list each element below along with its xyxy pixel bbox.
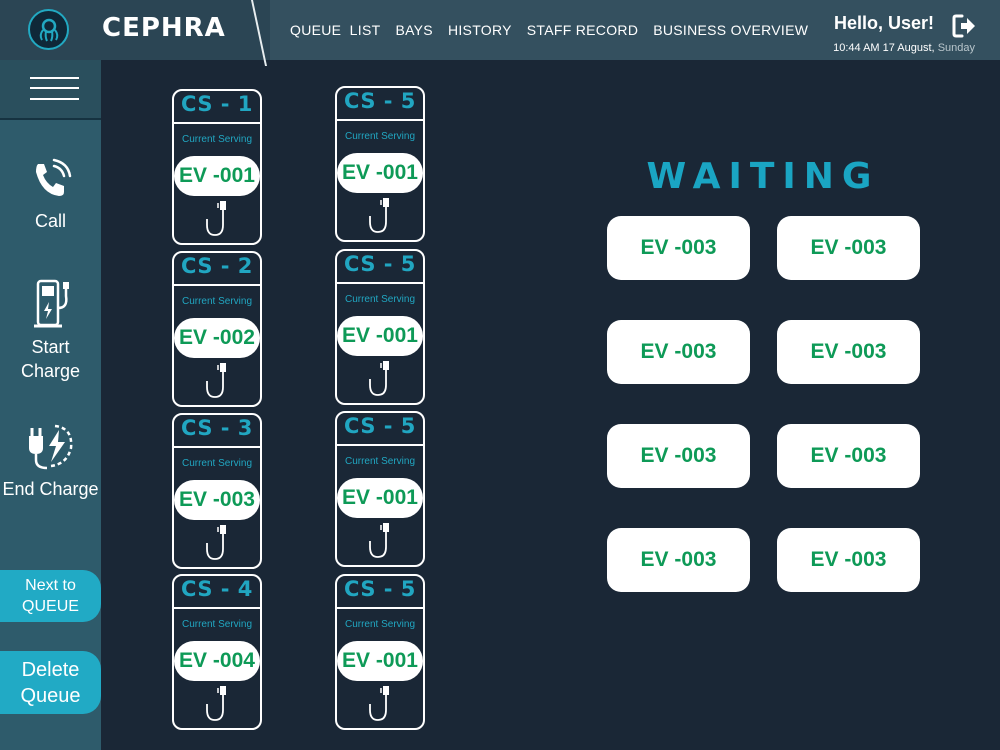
logout-icon[interactable] — [950, 12, 978, 40]
waiting-ticket[interactable]: EV -003 — [607, 424, 750, 488]
nav-history[interactable]: HISTORY — [448, 22, 512, 38]
menu-line — [30, 87, 79, 89]
delete-queue-label: Delete Queue — [20, 658, 81, 707]
station-name: CS - 5 — [344, 414, 416, 438]
station-name: CS - 2 — [181, 254, 253, 278]
station-ticket: EV -002 — [174, 318, 260, 358]
plug-cable-icon — [369, 686, 389, 721]
user-greeting: Hello, User! — [833, 13, 934, 33]
end-charge-button[interactable]: End Charge — [0, 420, 101, 501]
station-ticket: EV -001 — [337, 316, 423, 356]
main-nav: QUEUE LIST BAYS HISTORY STAFF RECORD BUS… — [290, 22, 808, 38]
next-queue-label: Next to QUEUE — [22, 577, 79, 615]
station-ticket: EV -001 — [337, 478, 423, 518]
station-ticket: EV -004 — [174, 641, 260, 681]
next-to-queue-button[interactable]: Next to QUEUE — [0, 570, 101, 622]
charging-station-icon — [33, 279, 69, 328]
station-ticket: EV -003 — [174, 480, 260, 520]
app-brand: CEPHRA — [102, 13, 226, 43]
hamburger-menu-icon[interactable] — [0, 60, 101, 120]
station-card[interactable]: CS - 1 Current Serving EV -001 — [172, 89, 262, 245]
station-status: Current Serving — [181, 296, 253, 307]
waiting-ticket[interactable]: EV -003 — [777, 216, 920, 280]
day-text: Sunday — [937, 42, 975, 54]
start-charge-label: Start Charge — [20, 337, 81, 381]
station-name: CS - 5 — [344, 577, 416, 601]
station-card[interactable]: CS - 5 Current Serving EV -001 — [335, 249, 425, 405]
station-card[interactable]: CS - 5 Current Serving EV -001 — [335, 86, 425, 242]
divider — [174, 607, 260, 609]
waiting-ticket[interactable]: EV -003 — [777, 528, 920, 592]
divider — [337, 282, 423, 284]
sidebar: Call Start Charge End Charge Next to QUE… — [0, 60, 101, 750]
unplug-charge-icon — [28, 424, 72, 470]
waiting-ticket[interactable]: EV -003 — [607, 216, 750, 280]
station-ticket: EV -001 — [337, 153, 423, 193]
station-ticket: EV -001 — [174, 156, 260, 196]
nav-business-overview[interactable]: BUSINESS OVERVIEW — [653, 22, 808, 38]
plug-cable-icon — [206, 686, 226, 721]
divider — [337, 119, 423, 121]
plug-cable-icon — [369, 523, 389, 558]
station-status: Current Serving — [181, 458, 253, 469]
divider — [174, 122, 260, 124]
station-card[interactable]: CS - 3 Current Serving EV -003 — [172, 413, 262, 569]
time-date-text: 10:44 AM 17 August, — [833, 42, 935, 54]
top-header: CEPHRA QUEUE LIST BAYS HISTORY STAFF REC… — [0, 0, 1000, 66]
call-label: Call — [34, 211, 66, 231]
waiting-ticket[interactable]: EV -003 — [777, 424, 920, 488]
station-name: CS - 5 — [344, 89, 416, 113]
divider — [337, 607, 423, 609]
station-name: CS - 3 — [181, 416, 253, 440]
station-ticket: EV -001 — [337, 641, 423, 681]
plug-cable-icon — [206, 201, 226, 236]
divider — [337, 444, 423, 446]
station-card[interactable]: CS - 5 Current Serving EV -001 — [335, 574, 425, 730]
octopus-logo-icon — [28, 9, 69, 50]
waiting-title: WAITING — [646, 156, 880, 197]
divider — [174, 446, 260, 448]
call-button[interactable]: Call — [0, 158, 101, 233]
station-card[interactable]: CS - 4 Current Serving EV -004 — [172, 574, 262, 730]
plug-cable-icon — [206, 363, 226, 398]
plug-cable-icon — [206, 525, 226, 560]
station-status: Current Serving — [181, 619, 253, 630]
station-status: Current Serving — [181, 134, 253, 145]
station-name: CS - 1 — [181, 92, 253, 116]
divider — [174, 284, 260, 286]
start-charge-button[interactable]: Start Charge — [0, 278, 101, 383]
waiting-ticket[interactable]: EV -003 — [607, 528, 750, 592]
station-status: Current Serving — [344, 294, 416, 305]
nav-staff-record[interactable]: STAFF RECORD — [527, 22, 638, 38]
station-status: Current Serving — [344, 131, 416, 142]
station-status: Current Serving — [344, 456, 416, 467]
nav-bays[interactable]: BAYS — [395, 22, 433, 38]
end-charge-label: End Charge — [2, 479, 99, 499]
station-name: CS - 5 — [344, 252, 416, 276]
menu-line — [30, 98, 79, 100]
station-name: CS - 4 — [181, 577, 253, 601]
plug-cable-icon — [369, 198, 389, 233]
waiting-ticket[interactable]: EV -003 — [607, 320, 750, 384]
delete-queue-button[interactable]: Delete Queue — [0, 651, 101, 714]
waiting-ticket[interactable]: EV -003 — [777, 320, 920, 384]
menu-line — [30, 77, 79, 79]
plug-cable-icon — [369, 361, 389, 396]
station-status: Current Serving — [344, 619, 416, 630]
phone-ringing-icon — [35, 158, 71, 196]
current-datetime: 10:44 AM 17 August, Sunday — [833, 42, 975, 54]
nav-queue-list[interactable]: QUEUE LIST — [290, 22, 380, 38]
station-card[interactable]: CS - 2 Current Serving EV -002 — [172, 251, 262, 407]
station-card[interactable]: CS - 5 Current Serving EV -001 — [335, 411, 425, 567]
